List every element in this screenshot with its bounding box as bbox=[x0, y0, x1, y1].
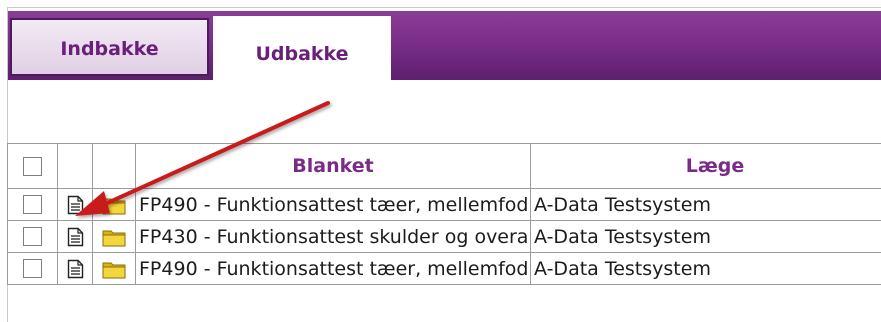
folder-icon[interactable] bbox=[102, 227, 126, 247]
document-icon[interactable] bbox=[67, 195, 84, 215]
row-checkbox[interactable] bbox=[23, 259, 42, 278]
tab-label: Indbakke bbox=[60, 38, 158, 60]
table-row[interactable]: FP430 - Funktionsattest skulder og overa… bbox=[8, 221, 881, 253]
tab-label: Udbakke bbox=[255, 43, 348, 65]
laege-cell: A-Data Testsystem bbox=[531, 189, 881, 221]
table-header-row: Blanket Læge bbox=[8, 144, 881, 189]
laege-cell: A-Data Testsystem bbox=[531, 221, 881, 253]
tab-indbakke[interactable]: Indbakke bbox=[10, 18, 209, 76]
folder-icon[interactable] bbox=[102, 259, 126, 279]
tab-bar: Indbakke Udbakke bbox=[8, 8, 881, 80]
doc-column-header bbox=[58, 144, 93, 189]
blanket-cell[interactable]: FP490 - Funktionsattest tæer, mellemfod bbox=[136, 189, 531, 221]
document-icon[interactable] bbox=[67, 259, 84, 279]
laege-column-header[interactable]: Læge bbox=[531, 144, 881, 189]
folder-icon[interactable] bbox=[102, 195, 126, 215]
blanket-cell[interactable]: FP430 - Funktionsattest skulder og overa… bbox=[136, 221, 531, 253]
table-row[interactable]: FP490 - Funktionsattest tæer, mellemfod … bbox=[8, 189, 881, 221]
laege-cell: A-Data Testsystem bbox=[531, 253, 881, 285]
blanket-column-header[interactable]: Blanket bbox=[136, 144, 531, 189]
select-all-header[interactable] bbox=[8, 144, 58, 189]
blanket-cell[interactable]: FP490 - Funktionsattest tæer, mellemfod bbox=[136, 253, 531, 285]
select-all-checkbox[interactable] bbox=[23, 157, 42, 176]
outbox-table: Blanket Læge bbox=[7, 143, 881, 285]
folder-column-header bbox=[93, 144, 136, 189]
row-checkbox[interactable] bbox=[23, 195, 42, 214]
document-icon[interactable] bbox=[67, 227, 84, 247]
tab-udbakke[interactable]: Udbakke bbox=[213, 16, 391, 80]
row-checkbox[interactable] bbox=[23, 227, 42, 246]
table-row[interactable]: FP490 - Funktionsattest tæer, mellemfod … bbox=[8, 253, 881, 285]
outbox-table-container: Blanket Læge bbox=[7, 143, 881, 321]
